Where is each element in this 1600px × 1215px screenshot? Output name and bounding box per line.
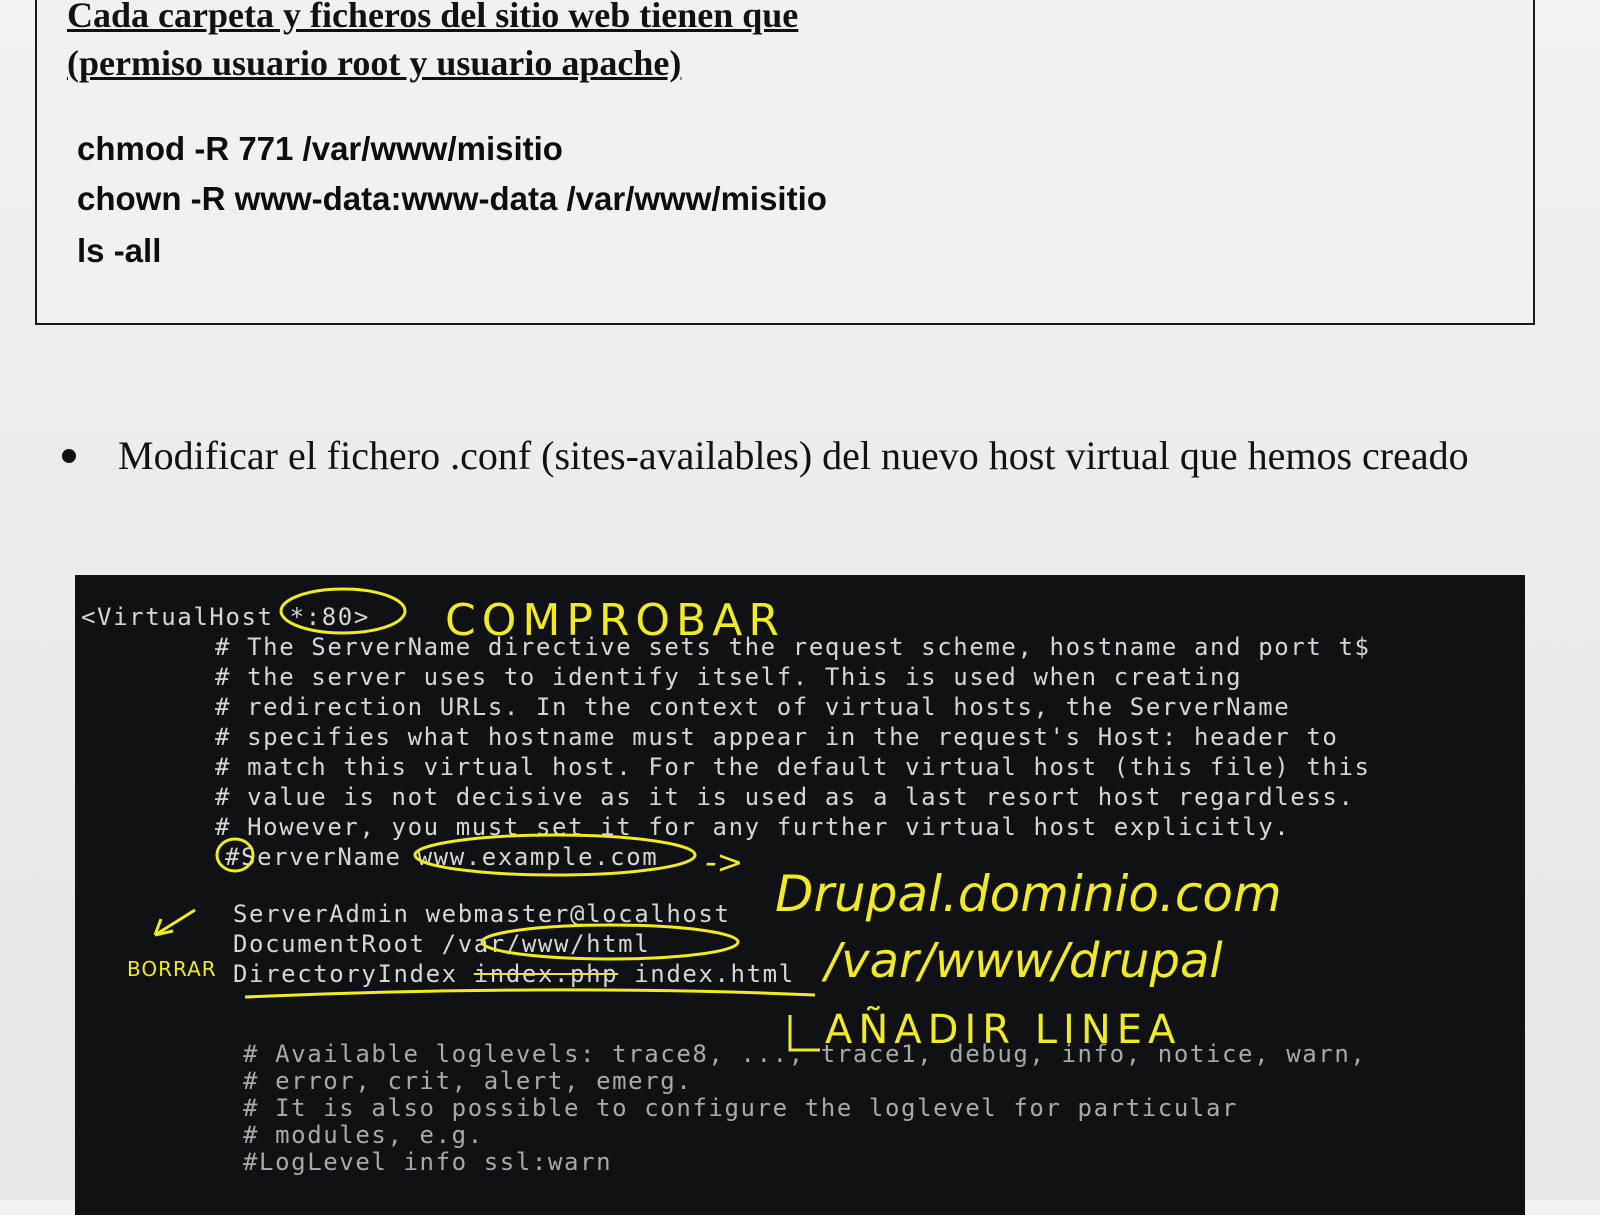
bullet-dot-icon — [62, 448, 76, 463]
comprobar-note: COMPROBAR — [445, 595, 785, 646]
bullet-text: Modificar el fichero .conf (sites-availa… — [118, 433, 1469, 478]
command-chmod: chmod -R 771 /var/www/misitio — [77, 130, 563, 167]
terminal-window: <VirtualHost *:80> # The ServerName dire… — [75, 575, 1525, 1215]
box-heading-line-1: Cada carpeta y ficheros del sitio web ti… — [67, 0, 799, 35]
command-chown: chown -R www-data:www-data /var/www/misi… — [77, 180, 827, 217]
port-circle-mark — [279, 587, 407, 635]
document-instruction-box: Cada carpeta y ficheros del sitio web ti… — [35, 0, 1535, 325]
documentroot-value-circle-mark — [480, 923, 740, 961]
server-name-note: Drupal.dominio.com — [775, 865, 1282, 923]
hash-circle-mark — [215, 837, 255, 873]
arrow-note: -> — [705, 843, 744, 881]
anadir-arrow-mark — [788, 1015, 820, 1052]
borrar-note: BORRAR — [127, 957, 217, 981]
bullet-item: Modificar el fichero .conf (sites-availa… — [62, 432, 1469, 479]
command-ls: ls -all — [77, 232, 162, 269]
box-heading-line-2: (permiso usuario root y usuario apache) — [67, 43, 682, 83]
document-root-note: /var/www/drupal — [825, 933, 1223, 989]
anadir-linea-note: AÑADIR LINEA — [825, 1007, 1182, 1053]
borrar-arrow-mark — [153, 908, 196, 937]
underline-mark — [244, 988, 816, 999]
servername-value-circle-mark — [413, 833, 697, 877]
